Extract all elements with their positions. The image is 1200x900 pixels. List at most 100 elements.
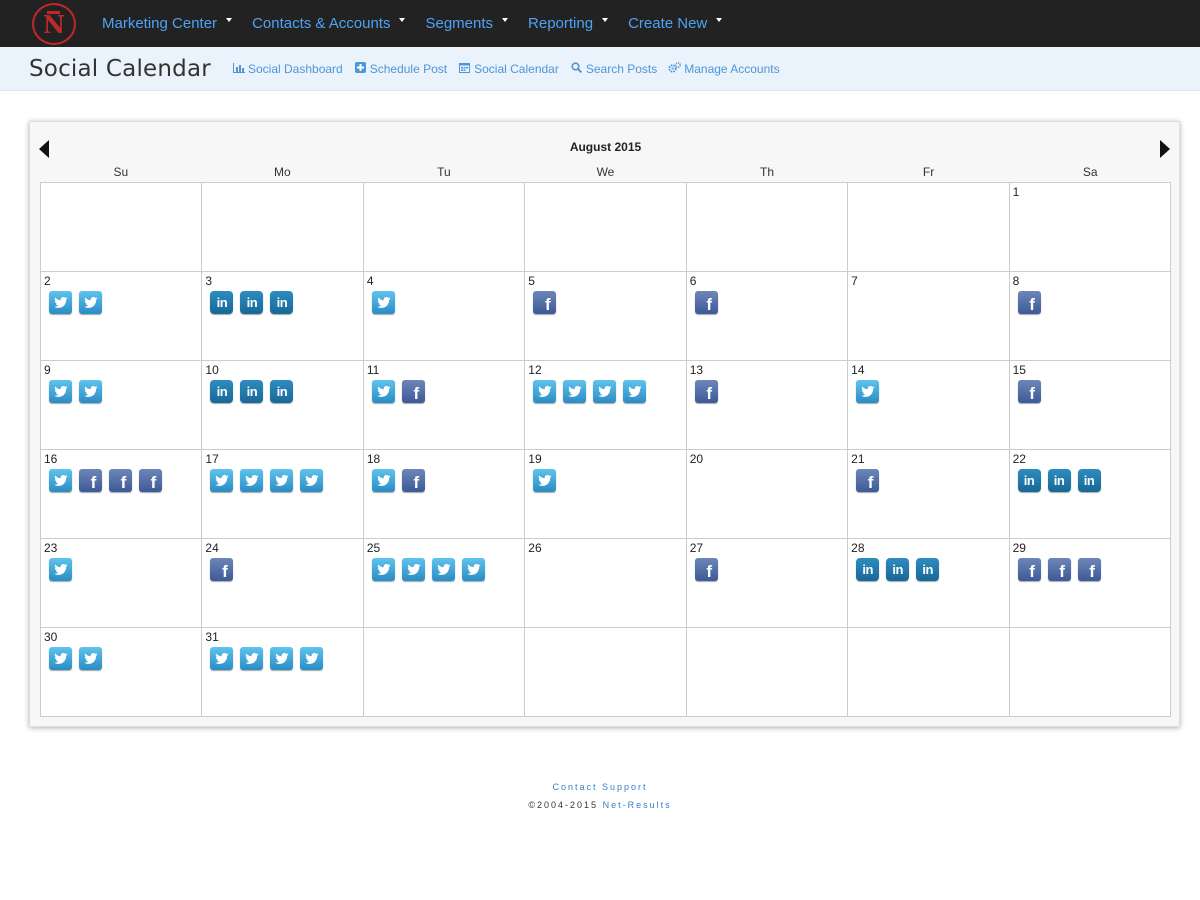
- calendar-day-cell[interactable]: 24 f: [202, 539, 364, 628]
- twitter-icon[interactable]: [371, 380, 395, 403]
- facebook-icon[interactable]: f: [694, 558, 718, 581]
- twitter-icon[interactable]: [49, 469, 72, 492]
- twitter-icon[interactable]: [240, 469, 264, 492]
- twitter-icon[interactable]: [461, 558, 485, 581]
- calendar-day-cell[interactable]: 13 f: [686, 361, 849, 450]
- facebook-icon[interactable]: f: [139, 469, 162, 492]
- calendar-day-cell[interactable]: 17: [202, 450, 364, 539]
- twitter-icon[interactable]: [49, 380, 72, 403]
- facebook-icon[interactable]: f: [210, 558, 234, 581]
- facebook-icon[interactable]: f: [1077, 558, 1101, 581]
- calendar-day-cell[interactable]: 21 f: [848, 450, 1010, 539]
- facebook-icon[interactable]: f: [1017, 380, 1041, 403]
- twitter-icon[interactable]: [79, 647, 102, 670]
- link-search-posts[interactable]: Search Posts: [570, 62, 657, 76]
- linkedin-icon[interactable]: in: [886, 558, 910, 581]
- linkedin-icon[interactable]: in: [240, 291, 264, 314]
- calendar-day-cell[interactable]: 9: [41, 361, 203, 450]
- twitter-icon[interactable]: [533, 469, 557, 492]
- linkedin-icon[interactable]: in: [1017, 469, 1041, 492]
- calendar-day-cell[interactable]: 5f: [525, 272, 687, 361]
- linkedin-icon[interactable]: in: [1077, 469, 1101, 492]
- twitter-icon[interactable]: [563, 380, 587, 403]
- twitter-icon[interactable]: [210, 647, 234, 670]
- calendar-day-cell[interactable]: 23: [41, 539, 203, 628]
- twitter-icon[interactable]: [49, 291, 72, 314]
- facebook-icon[interactable]: f: [694, 380, 718, 403]
- calendar-day-cell[interactable]: 19: [525, 450, 687, 539]
- link-social-calendar[interactable]: Social Calendar: [458, 62, 559, 76]
- calendar-day-cell[interactable]: 1: [1009, 183, 1171, 272]
- twitter-icon[interactable]: [371, 469, 395, 492]
- calendar-day-cell[interactable]: 2: [41, 272, 203, 361]
- twitter-icon[interactable]: [300, 647, 324, 670]
- linkedin-icon[interactable]: in: [856, 558, 880, 581]
- calendar-day-cell[interactable]: 12: [525, 361, 687, 450]
- nav-create-new[interactable]: Create New: [618, 0, 732, 47]
- calendar-day-cell[interactable]: 7: [848, 272, 1010, 361]
- calendar-day-cell[interactable]: 26: [525, 539, 687, 628]
- calendar-day-cell[interactable]: 30: [41, 628, 203, 717]
- twitter-icon[interactable]: [533, 380, 557, 403]
- calendar-day-cell[interactable]: 15 f: [1009, 361, 1171, 450]
- twitter-icon[interactable]: [593, 380, 617, 403]
- twitter-icon[interactable]: [79, 380, 102, 403]
- facebook-icon[interactable]: f: [1017, 291, 1041, 314]
- link-schedule-post[interactable]: Schedule Post: [354, 62, 447, 76]
- calendar-day-cell[interactable]: 31: [202, 628, 364, 717]
- net-results-logo[interactable]: N: [32, 3, 76, 45]
- calendar-day-cell[interactable]: 4: [363, 272, 526, 361]
- calendar-day-cell[interactable]: 29 f f f: [1009, 539, 1171, 628]
- facebook-icon[interactable]: f: [401, 380, 425, 403]
- facebook-icon[interactable]: f: [856, 469, 880, 492]
- calendar-day-cell[interactable]: 20: [686, 450, 849, 539]
- facebook-icon[interactable]: f: [694, 291, 718, 314]
- twitter-icon[interactable]: [49, 558, 72, 581]
- calendar-day-cell[interactable]: 11 f: [363, 361, 526, 450]
- twitter-icon[interactable]: [401, 558, 425, 581]
- linkedin-icon[interactable]: in: [210, 291, 234, 314]
- nav-marketing-center[interactable]: Marketing Center: [92, 0, 242, 47]
- linkedin-icon[interactable]: in: [916, 558, 940, 581]
- twitter-icon[interactable]: [49, 647, 72, 670]
- facebook-icon[interactable]: f: [401, 469, 425, 492]
- calendar-day-cell[interactable]: 22 in in in: [1009, 450, 1171, 539]
- facebook-icon[interactable]: f: [533, 291, 557, 314]
- twitter-icon[interactable]: [856, 380, 880, 403]
- contact-support-link[interactable]: Contact Support: [0, 782, 1200, 792]
- calendar-day-cell[interactable]: 16 f f f: [41, 450, 203, 539]
- facebook-icon[interactable]: f: [79, 469, 102, 492]
- calendar-day-cell[interactable]: 3 in in in: [202, 272, 364, 361]
- linkedin-icon[interactable]: in: [240, 380, 264, 403]
- twitter-icon[interactable]: [371, 291, 395, 314]
- link-manage-accounts[interactable]: Manage Accounts: [668, 62, 780, 76]
- link-social-dashboard[interactable]: Social Dashboard: [232, 62, 343, 76]
- twitter-icon[interactable]: [431, 558, 455, 581]
- net-results-link[interactable]: Net-Results: [603, 800, 672, 810]
- twitter-icon[interactable]: [300, 469, 324, 492]
- facebook-icon[interactable]: f: [1047, 558, 1071, 581]
- calendar-day-cell[interactable]: 25: [363, 539, 526, 628]
- calendar-day-cell[interactable]: 27 f: [686, 539, 849, 628]
- twitter-icon[interactable]: [270, 469, 294, 492]
- calendar-day-cell[interactable]: 8f: [1009, 272, 1171, 361]
- facebook-icon[interactable]: f: [109, 469, 132, 492]
- nav-segments[interactable]: Segments: [415, 0, 518, 47]
- twitter-icon[interactable]: [371, 558, 395, 581]
- linkedin-icon[interactable]: in: [270, 291, 294, 314]
- linkedin-icon[interactable]: in: [270, 380, 294, 403]
- calendar-day-cell[interactable]: 10 in in in: [202, 361, 364, 450]
- next-month-arrow-icon[interactable]: [1160, 140, 1170, 158]
- linkedin-icon[interactable]: in: [210, 380, 234, 403]
- calendar-day-cell[interactable]: 18 f: [363, 450, 526, 539]
- twitter-icon[interactable]: [270, 647, 294, 670]
- calendar-day-cell[interactable]: 14: [848, 361, 1010, 450]
- nav-reporting[interactable]: Reporting: [518, 0, 618, 47]
- facebook-icon[interactable]: f: [1017, 558, 1041, 581]
- calendar-day-cell[interactable]: 28 in in in: [848, 539, 1010, 628]
- calendar-day-cell[interactable]: 6f: [686, 272, 849, 361]
- twitter-icon[interactable]: [79, 291, 102, 314]
- linkedin-icon[interactable]: in: [1047, 469, 1071, 492]
- twitter-icon[interactable]: [210, 469, 234, 492]
- twitter-icon[interactable]: [623, 380, 647, 403]
